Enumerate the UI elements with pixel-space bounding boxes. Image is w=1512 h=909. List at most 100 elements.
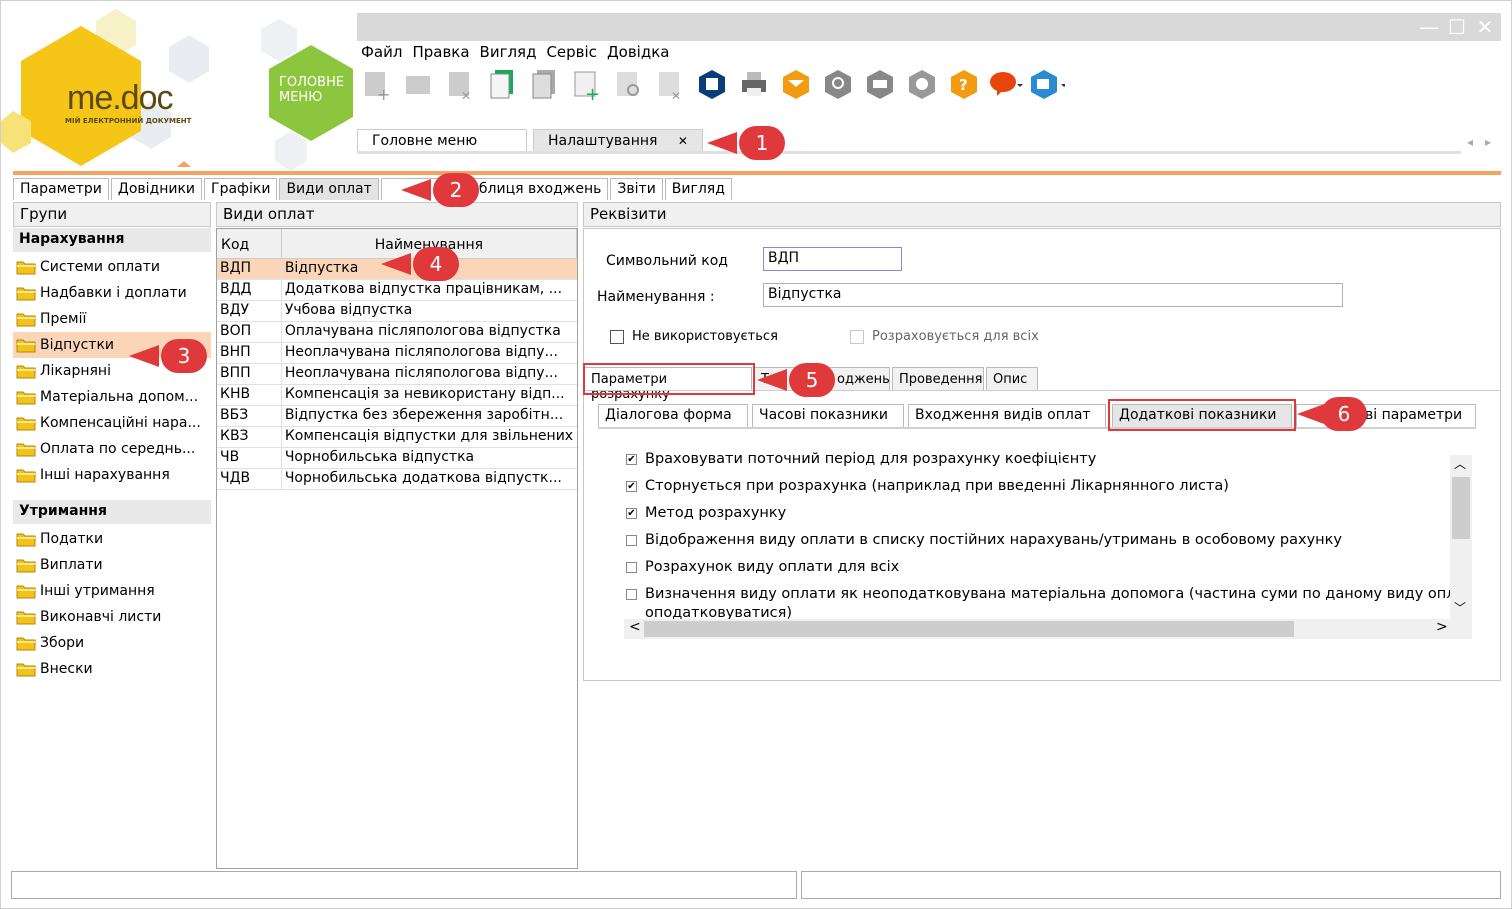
table-row[interactable]: ЧДВ Чорнобильська додаткова відпустк... [217, 469, 577, 490]
option-item[interactable]: ✔ Сторнується при розрахунка (наприклад п… [626, 478, 1229, 494]
documents-stack-icon[interactable] [527, 67, 561, 101]
print-icon[interactable] [737, 67, 771, 101]
cell-code: ВДП [217, 259, 282, 279]
tab-directories[interactable]: Довідники [110, 178, 203, 200]
table-row[interactable]: ВДУ Учбова відпустка [217, 301, 577, 322]
tab-settings-label: Налаштування [548, 133, 658, 149]
option-checkbox[interactable] [626, 534, 637, 546]
vertical-scroll-thumb[interactable] [1452, 477, 1470, 539]
menu-help[interactable]: Довідка [607, 43, 670, 63]
remove-document-icon[interactable]: ✕ [653, 67, 687, 101]
table-row[interactable]: ЧВ Чорнобильська відпустка [217, 448, 577, 469]
tab-schedules[interactable]: Графіки [204, 178, 278, 200]
add-row-icon[interactable]: + [569, 67, 603, 101]
group-item[interactable]: Виконавчі листи [13, 604, 211, 630]
option-item[interactable]: ✔ Враховувати поточний період для розраху… [626, 451, 1096, 467]
scroll-right-icon[interactable]: > [1436, 619, 1448, 635]
close-tab-icon[interactable]: ✕ [678, 134, 688, 148]
tab-dialog-form[interactable]: Діалогова форма [598, 404, 748, 428]
tab-description[interactable]: Опис [986, 367, 1038, 391]
menu-view[interactable]: Вигляд [480, 43, 537, 63]
table-row[interactable]: ВБЗ Відпустка без збереження заробітн... [217, 406, 577, 427]
vertical-scrollbar[interactable]: ︿ ﹀ [1450, 455, 1472, 621]
horizontal-scrollbar[interactable]: < > [624, 619, 1472, 639]
search-document-icon[interactable] [611, 67, 645, 101]
option-item[interactable]: Відображення виду оплати в списку постій… [626, 532, 1342, 548]
tab-time-indicators[interactable]: Часові показники [752, 404, 904, 428]
tab-payment-types[interactable]: Види оплат [279, 178, 379, 200]
group-item[interactable]: Інші нарахування [13, 462, 211, 488]
tab-scroll-right-icon[interactable]: ▸ [1485, 135, 1491, 149]
option-item[interactable]: Розрахунок виду оплати для всіх [626, 559, 899, 575]
option-item[interactable]: Визначення виду оплати як неоподатковува… [626, 586, 1454, 602]
calc-for-all-checkbox[interactable]: Розраховується для всіх [850, 329, 1039, 344]
video-tutorial-icon[interactable] [1031, 67, 1065, 101]
help-question-icon[interactable]: ? [947, 67, 981, 101]
group-item[interactable]: Компенсаційні нара... [13, 410, 211, 436]
copy-green-icon[interactable] [485, 67, 519, 101]
main-menu-badge[interactable]: ГОЛОВНЕ МЕНЮ [279, 75, 349, 105]
scroll-down-icon[interactable]: ﹀ [1454, 599, 1466, 616]
not-used-checkbox[interactable]: Не використовується [610, 329, 778, 344]
cell-code: ЧДВ [217, 469, 282, 489]
option-checkbox[interactable]: ✔ [626, 453, 637, 465]
maximize-button[interactable]: ☐ [1443, 13, 1471, 41]
option-item[interactable]: ✔ Метод розрахунку [626, 505, 786, 521]
name-input[interactable]: Відпустка [763, 283, 1343, 307]
option-checkbox[interactable] [626, 588, 637, 600]
group-item[interactable]: Системи оплати [13, 254, 211, 280]
minimize-button[interactable]: — [1415, 13, 1443, 41]
open-folder-icon[interactable] [401, 67, 435, 101]
tab-settings[interactable]: Налаштування ✕ [533, 129, 703, 153]
group-item[interactable]: Внески [13, 656, 211, 682]
column-code[interactable]: Код [217, 229, 282, 258]
tab-view[interactable]: Вигляд [664, 178, 732, 200]
horizontal-scroll-thumb[interactable] [644, 621, 1294, 637]
save-disk-icon[interactable] [695, 67, 729, 101]
group-item[interactable]: Збори [13, 630, 211, 656]
table-row[interactable]: ВНП Неоплачувана післяпологова відпу... [217, 343, 577, 364]
delete-document-icon[interactable]: ✕ [443, 67, 477, 101]
table-row[interactable]: КВЗ Компенсація відпустки для звільнених [217, 427, 577, 448]
cell-code: КНВ [217, 385, 282, 405]
tab-parameters[interactable]: Параметри [13, 178, 109, 200]
cell-name: Оплачувана післяпологова відпустка [284, 323, 561, 339]
group-item[interactable]: Виплати [13, 552, 211, 578]
scroll-up-icon[interactable]: ︿ [1454, 455, 1466, 472]
option-checkbox[interactable]: ✔ [626, 480, 637, 492]
table-row[interactable]: ВОП Оплачувана післяпологова відпустка [217, 322, 577, 343]
option-checkbox[interactable]: ✔ [626, 507, 637, 519]
menu-service[interactable]: Сервіс [546, 43, 596, 63]
close-window-button[interactable]: ✕ [1471, 13, 1499, 41]
status-bar-left [11, 871, 797, 899]
inbox-icon[interactable] [863, 67, 897, 101]
table-row[interactable]: КНВ Компенсація за невикористану відп... [217, 385, 577, 406]
tab-postings[interactable]: Проведення [892, 367, 984, 391]
scroll-left-icon[interactable]: < [629, 619, 641, 635]
group-item[interactable]: Оплата по середнь... [13, 436, 211, 462]
chat-bubble-icon[interactable] [989, 67, 1023, 101]
group-item[interactable]: Премії [13, 306, 211, 332]
table-row[interactable]: ВПП Неоплачувана післяпологова відпу... [217, 364, 577, 385]
menu-edit[interactable]: Правка [412, 43, 469, 63]
group-item[interactable]: Податки [13, 526, 211, 552]
folder-icon [16, 259, 36, 275]
tab-main-menu[interactable]: Головне меню [357, 129, 527, 153]
inspect-icon[interactable] [821, 67, 855, 101]
group-item[interactable]: Надбавки і доплати [13, 280, 211, 306]
table-row[interactable]: ВДД Додаткова відпустка працівникам, ... [217, 280, 577, 301]
send-envelope-icon[interactable] [779, 67, 813, 101]
folder-icon [16, 531, 36, 547]
group-item-label: Компенсаційні нара... [40, 415, 201, 431]
symbol-code-input[interactable]: ВДП [763, 247, 902, 271]
verify-icon[interactable] [905, 67, 939, 101]
menu-file[interactable]: Файл [361, 43, 402, 63]
group-item[interactable]: Матеріальна допом... [13, 384, 211, 410]
option-checkbox[interactable] [626, 561, 637, 573]
group-item[interactable]: Інші утримання [13, 578, 211, 604]
tab-payment-occurrence[interactable]: Входження видів оплат [908, 404, 1106, 428]
new-document-icon[interactable]: + [359, 67, 393, 101]
group-item-label: Інші нарахування [40, 467, 170, 483]
tab-reports[interactable]: Звіти [610, 178, 663, 200]
tab-scroll-left-icon[interactable]: ◂ [1467, 135, 1473, 149]
